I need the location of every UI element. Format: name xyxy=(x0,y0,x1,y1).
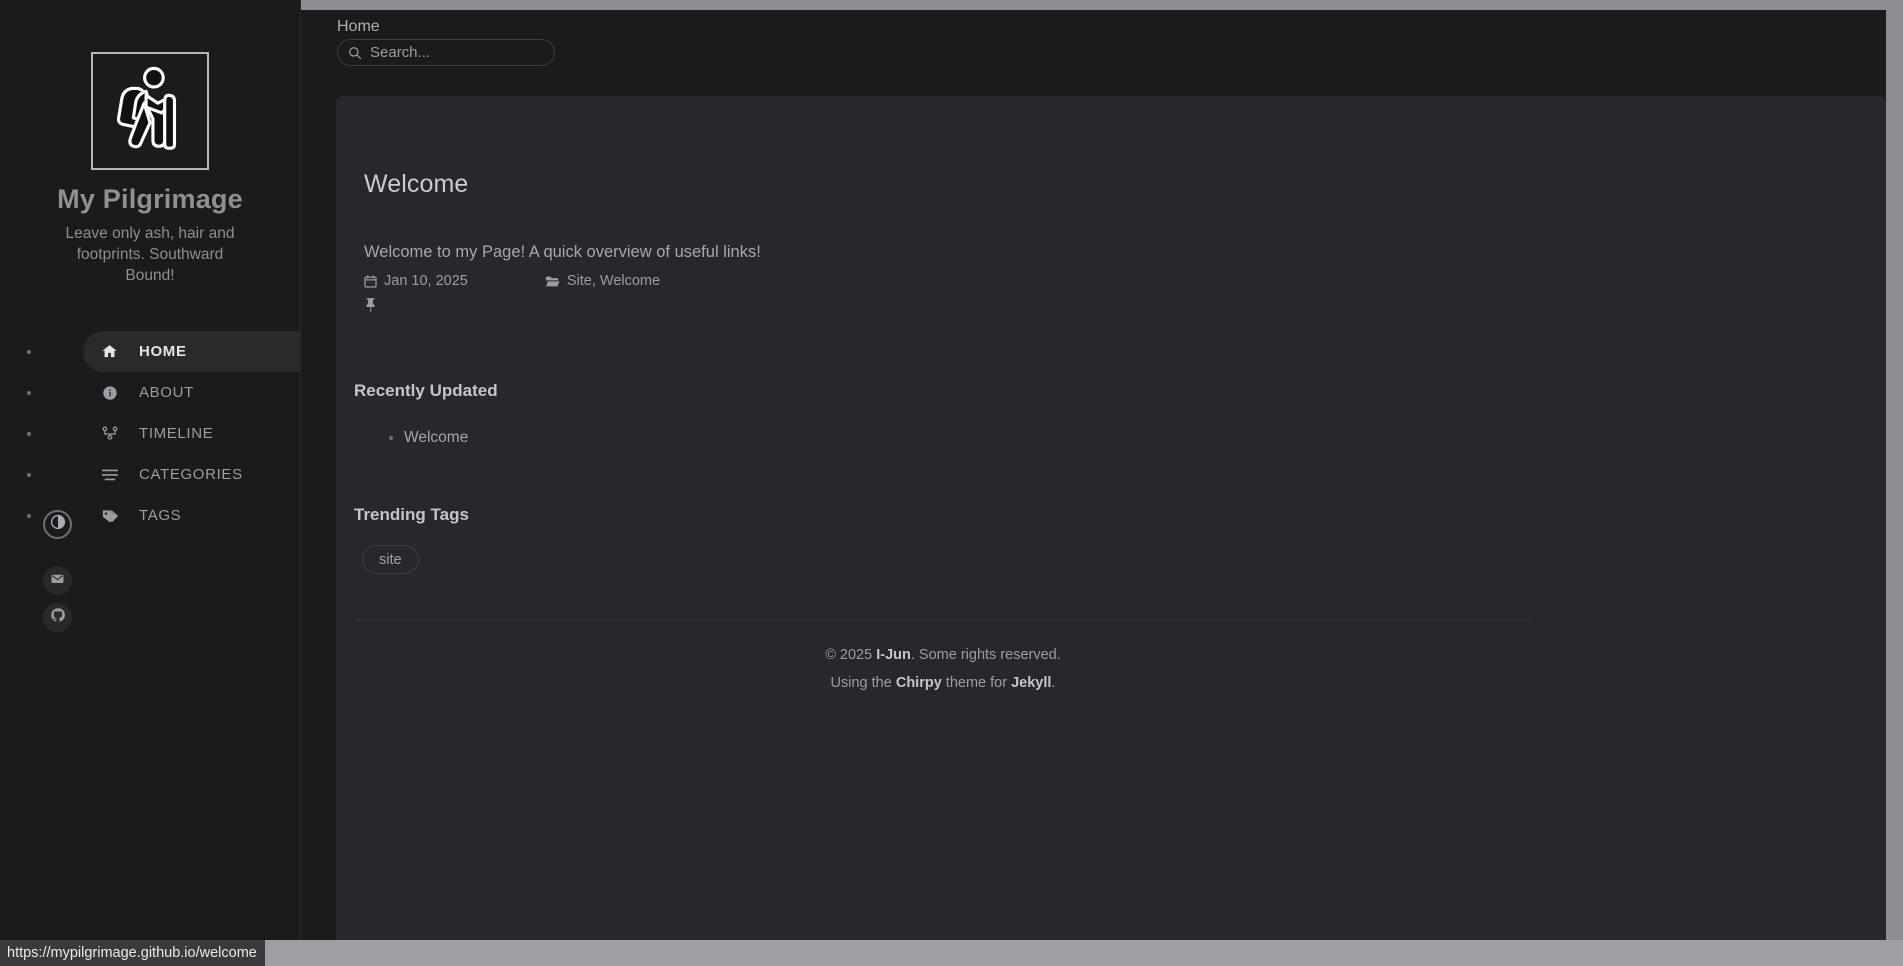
vertical-scrollbar[interactable] xyxy=(1886,10,1903,940)
post-date: Jan 10, 2025 xyxy=(364,273,468,289)
horizontal-scrollbar-top[interactable] xyxy=(301,0,1903,10)
trending-tags-list: site xyxy=(362,545,1886,574)
site-footer: © 2025 I-Jun. Some rights reserved. Usin… xyxy=(354,620,1532,697)
post-categories: Site, Welcome xyxy=(545,273,660,289)
pin-icon xyxy=(364,297,377,317)
footer-copyright-suffix: . Some rights reserved. xyxy=(910,647,1061,663)
page-root: My Pilgrimage Leave only ash, hair and f… xyxy=(0,0,1903,966)
site-subtitle: Leave only ash, hair and footprints. Sou… xyxy=(65,225,235,284)
main-content-panel: Welcome Welcome to my Page! A quick over… xyxy=(336,96,1886,940)
sidebar-item-home-label: HOME xyxy=(139,343,187,361)
sidebar-item-categories-label: CATEGORIES xyxy=(139,466,243,484)
sidebar-item-home[interactable]: HOME xyxy=(83,331,300,373)
sidebar-item-about[interactable]: ABOUT xyxy=(83,372,300,413)
pinned-indicator xyxy=(364,297,1886,317)
search-input[interactable] xyxy=(370,44,569,61)
footer-theme-link[interactable]: Chirpy xyxy=(896,675,942,691)
recently-updated-list: Welcome xyxy=(404,429,1886,447)
list-item: Welcome xyxy=(404,429,1886,447)
info-circle-icon xyxy=(98,385,121,401)
contrast-half-circle-icon xyxy=(50,514,66,535)
pinned-post: Welcome Welcome to my Page! A quick over… xyxy=(336,96,1886,317)
contact-github-button[interactable] xyxy=(43,603,72,632)
home-icon xyxy=(98,343,121,360)
breadcrumb: Home xyxy=(337,18,380,36)
recently-updated-link[interactable]: Welcome xyxy=(404,429,468,446)
footer-theme-mid: theme for xyxy=(941,674,1012,691)
timeline-icon xyxy=(98,426,121,442)
contact-email-button[interactable] xyxy=(43,566,72,595)
calendar-icon xyxy=(364,274,377,288)
tag-chip-site[interactable]: site xyxy=(362,545,419,574)
breadcrumb-item-home[interactable]: Home xyxy=(337,18,380,35)
github-icon xyxy=(50,607,66,628)
sidebar-item-timeline[interactable]: TIMELINE xyxy=(83,413,300,454)
nav-list-item: ABOUT xyxy=(0,372,300,413)
sidebar-bottom-controls xyxy=(0,510,300,640)
sidebar-nav: HOME ABOUT TIMELINE CATEGORIES TAGS xyxy=(0,331,300,536)
search-icon xyxy=(348,46,364,60)
footer-theme-line: Using the Chirpy theme for Jekyll. xyxy=(354,670,1532,698)
sidebar-item-about-label: ABOUT xyxy=(139,384,194,402)
recently-updated-title: Recently Updated xyxy=(354,381,498,400)
sidebar: My Pilgrimage Leave only ash, hair and f… xyxy=(0,0,301,940)
post-date-text: Jan 10, 2025 xyxy=(384,273,468,289)
trending-tags-section: Trending Tags site xyxy=(354,505,1886,574)
hiker-with-backpack-icon xyxy=(101,62,199,160)
footer-theme-prefix: Using the xyxy=(830,674,896,691)
browser-status-bar: https://mypilgrimage.github.io/welcome xyxy=(0,940,265,966)
nav-list-item: TIMELINE xyxy=(0,413,300,454)
site-title: My Pilgrimage xyxy=(57,184,243,214)
sidebar-item-categories[interactable]: CATEGORIES xyxy=(83,454,300,495)
footer-copyright-line: © 2025 I-Jun. Some rights reserved. xyxy=(354,642,1532,670)
post-meta: Jan 10, 2025 Site, Welcome xyxy=(364,273,1886,289)
trending-tags-title: Trending Tags xyxy=(354,505,469,524)
topbar: Home xyxy=(301,10,1886,96)
folder-open-icon xyxy=(545,275,560,288)
site-avatar[interactable] xyxy=(91,52,209,170)
footer-author: I-Jun xyxy=(876,647,911,663)
sidebar-item-timeline-label: TIMELINE xyxy=(139,425,214,443)
footer-theme-suffix: . xyxy=(1051,674,1056,691)
post-description: Welcome to my Page! A quick overview of … xyxy=(364,243,761,261)
search-box[interactable] xyxy=(337,39,569,66)
footer-copyright-prefix: © 2025 xyxy=(825,647,877,663)
post-categories-text: Site, Welcome xyxy=(566,273,661,289)
recently-updated-section: Recently Updated Welcome xyxy=(354,381,1886,447)
envelope-icon xyxy=(50,571,65,591)
page-title: Welcome xyxy=(364,170,469,198)
nav-list-item: HOME xyxy=(0,331,300,373)
mode-toggle-button[interactable] xyxy=(43,510,72,539)
footer-engine-link[interactable]: Jekyll xyxy=(1011,675,1051,691)
stream-list-icon xyxy=(98,468,121,482)
nav-list-item: CATEGORIES xyxy=(0,454,300,495)
horizontal-scrollbar-bottom[interactable] xyxy=(0,940,1903,966)
